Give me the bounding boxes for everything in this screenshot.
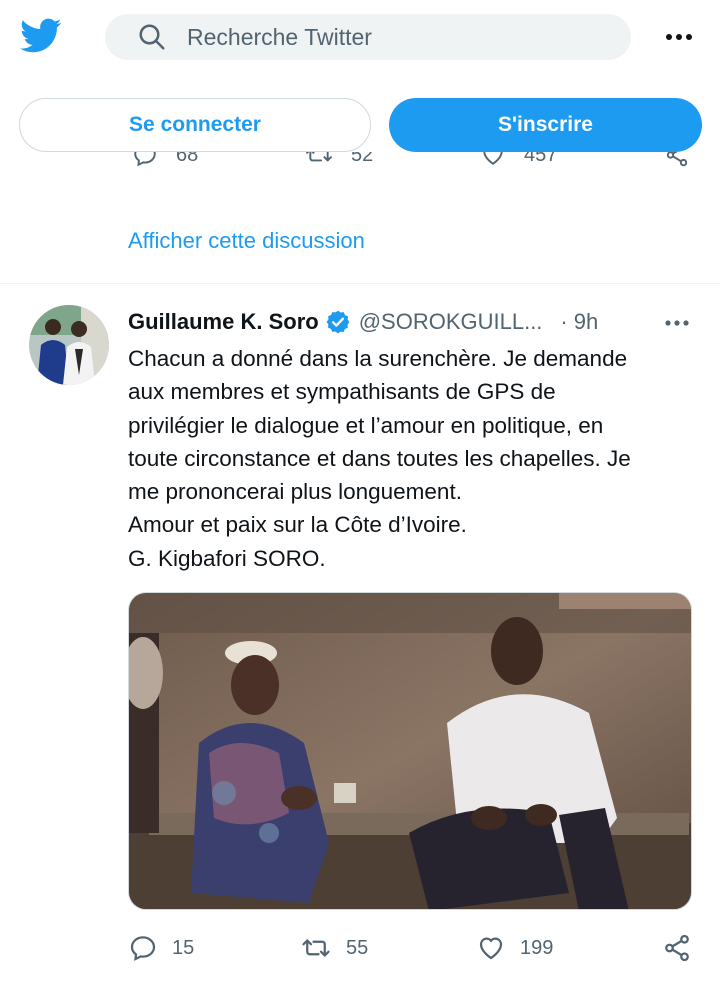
prev-reply-count: 68 <box>176 152 199 166</box>
like-icon <box>479 937 503 960</box>
like-icon <box>483 152 503 165</box>
share-icon <box>666 152 688 167</box>
previous-tweet-actions: 68 52 457 <box>0 152 720 182</box>
login-button[interactable]: Se connecter <box>19 98 371 152</box>
tweet-actions: 15 55 199 <box>128 928 698 968</box>
more-icon[interactable] <box>660 312 694 334</box>
search-placeholder: Recherche Twitter <box>187 23 372 50</box>
tweet-text-line: Amour et paix sur la Côte d’Ivoire. <box>128 512 467 538</box>
tweet-text-line: me prononcerai plus longuement. <box>128 479 462 505</box>
tweet-text-line: toute circonstance et dans toutes les ch… <box>128 445 631 471</box>
share-action[interactable] <box>662 928 692 968</box>
tweet-text-line: aux membres et sympathisants de GPS de <box>128 379 556 405</box>
tweet-text: Chacun a donné dans la surenchère. Je de… <box>128 342 698 575</box>
prev-like-action[interactable]: 457 <box>480 152 557 168</box>
prev-retweet-count: 52 <box>351 152 374 166</box>
retweet-count: 55 <box>346 936 369 959</box>
retweet-icon <box>302 939 330 957</box>
share-icon <box>665 934 689 962</box>
tweet-time[interactable]: 9h <box>574 309 598 335</box>
reply-action[interactable]: 15 <box>128 928 194 968</box>
signup-button[interactable]: S'inscrire <box>389 98 702 152</box>
retweet-action[interactable]: 55 <box>300 928 368 968</box>
verified-badge-icon <box>326 310 350 334</box>
avatar[interactable] <box>29 305 109 385</box>
author-name[interactable]: Guillaume K. Soro <box>128 309 319 335</box>
retweet-icon <box>306 152 332 162</box>
tweet-text-line: privilégier le dialogue et l’amour en po… <box>128 412 604 438</box>
reply-count: 15 <box>172 936 195 959</box>
top-bar: Recherche Twitter <box>0 0 720 78</box>
prev-share-action[interactable] <box>664 152 690 168</box>
search-input[interactable]: Recherche Twitter <box>105 14 631 60</box>
show-thread-link[interactable]: Afficher cette discussion <box>128 228 365 254</box>
divider <box>0 283 720 284</box>
search-icon <box>139 24 165 50</box>
tweet-photo[interactable] <box>128 592 692 910</box>
prev-reply-action[interactable]: 68 <box>132 152 198 168</box>
reply-icon <box>134 152 156 167</box>
more-icon[interactable] <box>662 24 696 50</box>
separator-dot: · <box>560 309 568 334</box>
prev-retweet-action[interactable]: 52 <box>305 152 373 168</box>
author-handle[interactable]: @SOROKGUILL... <box>359 309 543 335</box>
prev-like-count: 457 <box>524 152 558 166</box>
twitter-bird-icon[interactable] <box>20 18 62 54</box>
reply-icon <box>130 936 156 961</box>
tweet-header: Guillaume K. Soro @SOROKGUILL... · 9h <box>128 306 698 338</box>
tweet-text-line: G. Kigbafori SORO. <box>128 545 326 571</box>
like-count: 199 <box>520 936 554 959</box>
like-action[interactable]: 199 <box>476 928 553 968</box>
tweet-text-line: Chacun a donné dans la surenchère. Je de… <box>128 346 628 371</box>
